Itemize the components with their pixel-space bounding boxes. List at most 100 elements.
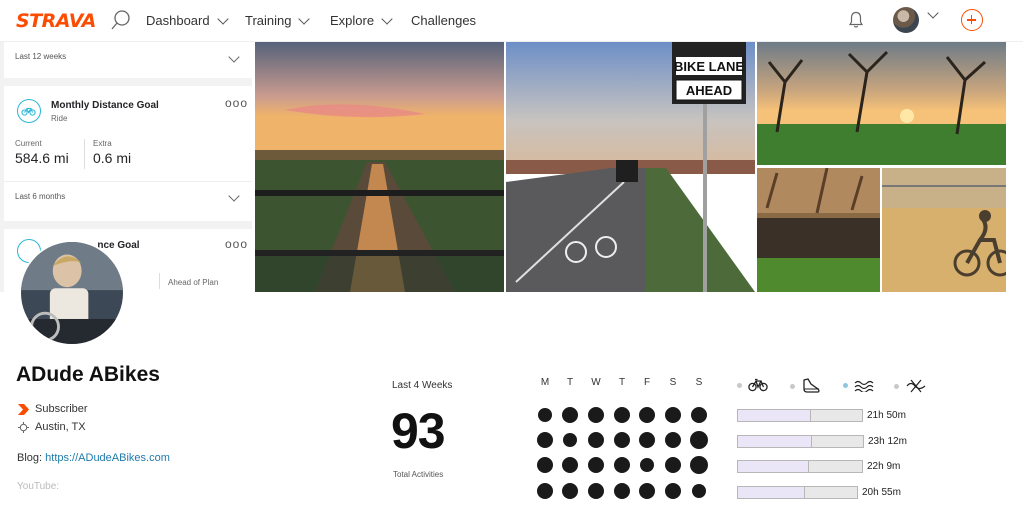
other-sport-icon xyxy=(906,379,926,393)
extra-label: Extra xyxy=(93,139,112,148)
goal-title: Monthly Distance Goal xyxy=(51,100,159,111)
chevron-down-icon[interactable] xyxy=(228,190,240,202)
activity-dot[interactable] xyxy=(588,432,604,448)
nav-challenges[interactable]: Challenges xyxy=(411,13,476,28)
sport-filter-swim[interactable] xyxy=(843,378,874,392)
more-options-icon[interactable]: ooo xyxy=(225,237,248,251)
duration-label: 22h 9m xyxy=(867,461,901,472)
notification-bell-icon[interactable] xyxy=(848,11,864,29)
weekday-label: M xyxy=(540,377,550,388)
duration-bar-fill xyxy=(738,436,812,447)
sport-filter-run[interactable] xyxy=(790,378,821,394)
chevron-down-icon[interactable] xyxy=(927,7,939,19)
current-label: Current xyxy=(15,139,42,148)
subscriber-label: Subscriber xyxy=(35,403,88,415)
nav-training[interactable]: Training xyxy=(245,12,311,28)
bike-icon xyxy=(748,378,768,392)
goal-sport: Ride xyxy=(51,114,68,123)
activity-dot[interactable] xyxy=(614,457,630,473)
activity-dot[interactable] xyxy=(614,407,630,423)
total-activities-count: 93 xyxy=(391,403,446,459)
activity-dot[interactable] xyxy=(665,432,681,448)
activity-dot[interactable] xyxy=(588,407,604,423)
blog-label: Blog: xyxy=(17,452,43,464)
nav-explore-label: Explore xyxy=(330,13,375,28)
location-crosshair-icon xyxy=(18,421,29,433)
activity-dot[interactable] xyxy=(665,457,681,473)
activity-dot[interactable] xyxy=(562,407,578,423)
subscriber-badge: Subscriber xyxy=(18,403,88,415)
add-activity-icon[interactable] xyxy=(961,9,983,31)
nav-challenges-label: Challenges xyxy=(411,13,477,28)
activity-dot[interactable] xyxy=(562,483,578,499)
activity-dot[interactable] xyxy=(665,483,681,499)
duration-bar xyxy=(737,409,863,422)
nav-dashboard-label: Dashboard xyxy=(146,13,210,28)
activity-photo-pond[interactable] xyxy=(757,168,880,292)
activity-dot[interactable] xyxy=(588,483,604,499)
nav-dashboard[interactable]: Dashboard xyxy=(146,12,229,28)
search-icon[interactable] xyxy=(110,9,132,31)
activity-dot[interactable] xyxy=(537,432,553,448)
activity-photo-trees-sunset[interactable] xyxy=(757,42,1006,165)
user-avatar[interactable] xyxy=(893,7,919,33)
activity-photo-bike-lane[interactable]: BIKE LANE AHEAD xyxy=(506,42,755,292)
goal-period-label: Last 12 weeks xyxy=(15,52,67,61)
activity-dot[interactable] xyxy=(639,407,655,423)
weekday-label: S xyxy=(695,377,703,388)
sport-indicator xyxy=(894,383,899,389)
blog-link[interactable]: https://ADudeABikes.com xyxy=(45,452,170,464)
strava-logo[interactable]: STRAVA xyxy=(16,10,96,32)
run-shoe-icon xyxy=(803,378,820,393)
weekday-label: F xyxy=(643,377,651,388)
activity-dot[interactable] xyxy=(563,433,577,447)
goal-status: Ahead of Plan xyxy=(168,278,219,287)
activity-dot[interactable] xyxy=(640,458,654,472)
youtube-label: YouTube: xyxy=(17,481,60,492)
location-label: Austin, TX xyxy=(35,421,86,433)
subscriber-chevron-icon xyxy=(18,403,29,415)
activity-dot[interactable] xyxy=(639,432,655,448)
nav-explore[interactable]: Explore xyxy=(330,12,393,28)
chevron-down-icon xyxy=(216,12,229,25)
activity-dot[interactable] xyxy=(690,431,708,449)
sport-filter-bike[interactable] xyxy=(737,378,768,392)
profile-avatar[interactable] xyxy=(19,240,125,346)
activity-dot[interactable] xyxy=(537,457,553,473)
duration-bar xyxy=(737,486,858,499)
duration-bar-fill xyxy=(738,410,812,421)
activity-dot[interactable] xyxy=(665,407,681,423)
bike-icon xyxy=(21,108,36,116)
chevron-down-icon xyxy=(381,12,393,25)
weekday-label: S xyxy=(669,377,677,388)
activity-dot[interactable] xyxy=(562,457,578,473)
sport-filter-other[interactable] xyxy=(894,378,927,394)
duration-label: 20h 55m xyxy=(862,487,901,498)
nav-training-label: Training xyxy=(245,13,292,28)
svg-text:BIKE LANE: BIKE LANE xyxy=(674,59,744,74)
duration-bar-fill xyxy=(738,461,809,472)
activity-photo-bike-shadow[interactable] xyxy=(882,168,1006,292)
divider xyxy=(84,139,85,169)
location-row: Austin, TX xyxy=(18,421,86,433)
activity-dot[interactable] xyxy=(639,483,655,499)
activity-photo-sunset-canal[interactable] xyxy=(255,42,504,292)
extra-value: 0.6 mi xyxy=(93,150,132,166)
weekday-label: T xyxy=(566,377,574,388)
current-value: 584.6 mi xyxy=(15,150,69,166)
activity-dot[interactable] xyxy=(691,407,707,423)
sport-indicator xyxy=(843,382,848,388)
goal-period-dropdown[interactable]: Last 12 weeks xyxy=(4,42,252,78)
weekday-label: W xyxy=(591,377,601,388)
duration-bar xyxy=(737,460,863,473)
activity-dot[interactable] xyxy=(537,483,553,499)
activity-dot[interactable] xyxy=(692,484,706,498)
more-options-icon[interactable]: ooo xyxy=(225,96,248,110)
activity-dot[interactable] xyxy=(538,408,552,422)
activity-dot[interactable] xyxy=(614,432,630,448)
activity-dot[interactable] xyxy=(614,483,630,499)
activity-dot[interactable] xyxy=(690,456,708,474)
activity-dot[interactable] xyxy=(588,457,604,473)
svg-text:AHEAD: AHEAD xyxy=(686,83,732,98)
swim-icon xyxy=(854,380,874,392)
